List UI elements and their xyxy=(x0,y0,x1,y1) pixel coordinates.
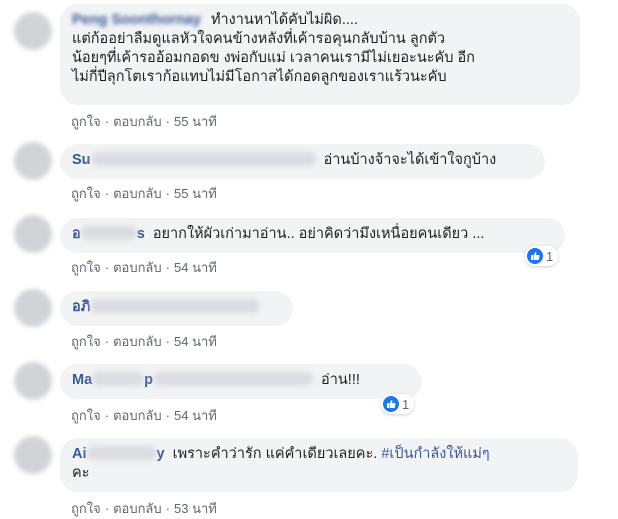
separator: · xyxy=(104,408,110,423)
reply-link[interactable]: ตอบกลับ xyxy=(113,260,162,275)
comment-actions: ถูกใจ · ตอบกลับ · 55 นาที xyxy=(71,111,217,132)
comment-actions: ถูกใจ · ตอบกลับ · 53 นาที xyxy=(71,498,217,519)
comment-author[interactable]: อภิ xyxy=(72,299,90,315)
comment-bubble: อ s อยากให้ผัวเก่ามาอ่าน.. อย่าคิดว่ามึงเ… xyxy=(60,218,565,253)
comment-author[interactable]: Ai xyxy=(72,446,87,462)
comment-text-line: แต่ก้ออย่าลืมดูแลหัวใจคนข้างหลังที่เค้าร… xyxy=(72,31,446,47)
comment-bubble: Peng Soonthornay ทำงานหาได้คับไม่ผิด....… xyxy=(60,4,580,105)
reply-link[interactable]: ตอบกลับ xyxy=(113,186,162,201)
avatar[interactable] xyxy=(14,436,52,474)
like-link[interactable]: ถูกใจ xyxy=(71,408,101,423)
reaction-count-value: 1 xyxy=(546,248,554,264)
comment-author-tail[interactable]: s xyxy=(137,226,145,242)
separator: · xyxy=(104,334,110,349)
like-icon xyxy=(527,248,543,264)
separator: · xyxy=(165,114,170,129)
redacted-name xyxy=(92,372,145,386)
separator: · xyxy=(165,408,170,423)
comment-text: อยากให้ผัวเก่ามาอ่าน.. อย่าคิดว่ามึงเหนื… xyxy=(152,226,485,242)
comment-text: อ่าน!!! xyxy=(321,372,360,388)
comment-author[interactable]: Su xyxy=(72,152,91,168)
redacted-name xyxy=(153,372,314,386)
comment-bubble: Su อ่านบ้างจ้าจะได้เข้าใจกูบ้าง xyxy=(60,144,545,179)
timestamp[interactable]: 55 นาที xyxy=(174,186,217,201)
timestamp[interactable]: 54 นาที xyxy=(174,408,217,423)
comment-text: ทำงานหาได้คับไม่ผิด.... xyxy=(210,12,358,28)
avatar[interactable] xyxy=(14,362,52,400)
redacted-name xyxy=(90,299,261,313)
separator: · xyxy=(165,186,170,201)
reply-link[interactable]: ตอบกลับ xyxy=(113,408,162,423)
timestamp[interactable]: 54 นาที xyxy=(174,260,217,275)
reply-link[interactable]: ตอบกลับ xyxy=(113,501,162,516)
redacted-name xyxy=(80,226,137,240)
comment-actions: ถูกใจ · ตอบกลับ · 54 นาที xyxy=(71,405,217,426)
redacted-name xyxy=(86,446,157,460)
separator: · xyxy=(104,501,110,516)
like-icon xyxy=(383,396,399,412)
avatar[interactable] xyxy=(14,12,52,50)
like-link[interactable]: ถูกใจ xyxy=(71,501,101,516)
comment-author[interactable]: Ma xyxy=(72,372,92,388)
like-link[interactable]: ถูกใจ xyxy=(71,334,101,349)
like-link[interactable]: ถูกใจ xyxy=(71,114,101,129)
hashtag-link[interactable]: #เป็นกำลังให้แม่ๆ xyxy=(381,446,489,462)
reply-link[interactable]: ตอบกลับ xyxy=(113,114,162,129)
redacted-name xyxy=(90,152,316,166)
avatar[interactable] xyxy=(14,215,52,253)
comment-actions: ถูกใจ · ตอบกลับ · 54 นาที xyxy=(71,331,217,352)
separator: · xyxy=(104,114,110,129)
comment-text-line: ไม่กี่ปีลุกโตเราก้อแทบไม่มีโอกาสได้กอดลู… xyxy=(72,69,447,85)
comment-text-line: คะ xyxy=(72,465,90,481)
reaction-count[interactable]: 1 xyxy=(525,246,559,266)
like-link[interactable]: ถูกใจ xyxy=(71,186,101,201)
comment-bubble: อภิ xyxy=(60,291,293,326)
timestamp[interactable]: 54 นาที xyxy=(174,334,217,349)
reply-link[interactable]: ตอบกลับ xyxy=(113,334,162,349)
timestamp[interactable]: 53 นาที xyxy=(174,501,217,516)
avatar[interactable] xyxy=(14,289,52,327)
reaction-count-value: 1 xyxy=(402,396,410,412)
comment-text: อ่านบ้างจ้าจะได้เข้าใจกูบ้าง xyxy=(323,152,497,168)
comment-text: เพราะคำว่ารัก แค่คำเดียวเลยคะ. xyxy=(172,446,378,462)
comment-actions: ถูกใจ · ตอบกลับ · 55 นาที xyxy=(71,183,217,204)
separator: · xyxy=(104,260,110,275)
avatar[interactable] xyxy=(14,142,52,180)
comment-author[interactable]: Peng Soonthornay xyxy=(72,12,201,28)
like-link[interactable]: ถูกใจ xyxy=(71,260,101,275)
separator: · xyxy=(165,334,170,349)
reaction-count[interactable]: 1 xyxy=(381,394,415,414)
separator: · xyxy=(165,260,170,275)
separator: · xyxy=(165,501,170,516)
comment-author-tail[interactable]: y xyxy=(157,446,165,462)
comment-actions: ถูกใจ · ตอบกลับ · 54 นาที xyxy=(71,257,217,278)
comment-author-tail[interactable]: p xyxy=(144,372,153,388)
comment-bubble: Ma p อ่าน!!! xyxy=(60,364,422,399)
comment-bubble: Ai y เพราะคำว่ารัก แค่คำเดียวเลยคะ. #เป็น… xyxy=(60,438,578,492)
separator: · xyxy=(104,186,110,201)
timestamp[interactable]: 55 นาที xyxy=(174,114,217,129)
comment-text-line: น้อยๆที่เค้ารออ้อมกอดข งพ่อกับแม่ เวลาคน… xyxy=(72,50,475,66)
comment-author[interactable]: อ xyxy=(72,226,81,242)
